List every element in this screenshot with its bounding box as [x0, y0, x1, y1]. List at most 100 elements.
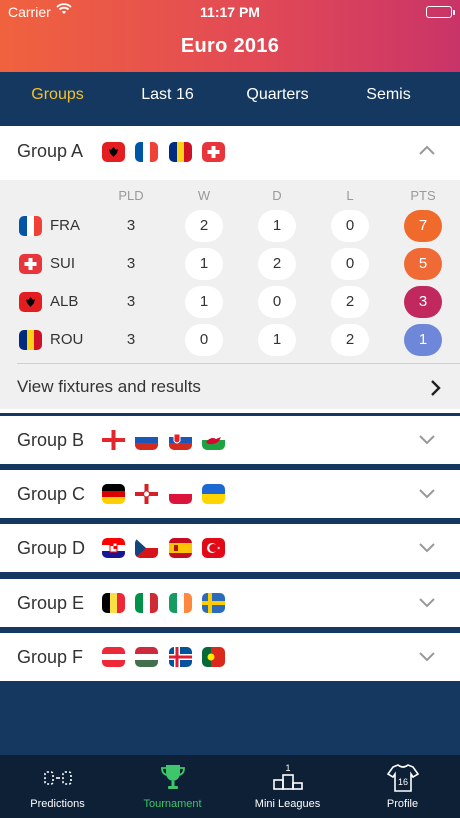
- jersey-icon: 16: [386, 763, 420, 793]
- slovakia-flag-icon: [169, 430, 192, 450]
- group-name: Group A: [17, 141, 84, 161]
- group-c-header[interactable]: Group C: [0, 470, 460, 520]
- turkey-flag-icon: [202, 538, 225, 558]
- group-name: Group D: [17, 538, 86, 558]
- group-name: Group F: [17, 647, 84, 667]
- podium-icon: 1: [272, 763, 304, 793]
- croatia-flag-icon: [102, 538, 125, 558]
- table-row: FRA 3 2 1 0 7: [0, 207, 460, 245]
- col-d-header: D: [272, 188, 282, 203]
- tab-predictions[interactable]: Predictions: [0, 755, 115, 818]
- col-w-header: W: [197, 188, 211, 203]
- tab-mini-leagues[interactable]: 1 Mini Leagues: [230, 755, 345, 818]
- team-name: ALB: [50, 293, 79, 310]
- points-badge: 7: [404, 210, 442, 242]
- tab-tournament[interactable]: Tournament: [115, 755, 230, 818]
- austria-flag-icon: [102, 647, 125, 667]
- wins-value: 1: [185, 286, 223, 318]
- team-name: SUI: [50, 255, 76, 272]
- group-f-card[interactable]: Group F: [0, 633, 460, 681]
- tab-quarters[interactable]: Quarters: [220, 86, 335, 104]
- table-row: ROU 3 0 1 2 1: [0, 321, 460, 359]
- group-c-card[interactable]: Group C: [0, 470, 460, 518]
- switzerland-flag-icon: [19, 254, 42, 274]
- points-badge: 3: [404, 286, 442, 318]
- czech-republic-flag-icon: [135, 538, 158, 558]
- chevron-down-icon[interactable]: [416, 537, 438, 557]
- stage-tabs: Groups Last 16 Quarters Semis: [0, 72, 460, 122]
- group-f-header[interactable]: Group F: [0, 633, 460, 683]
- standings-table: PLD W D L PTS FRA 3 2 1 0 7 SUI 3 1 2 0: [0, 180, 460, 409]
- played-value: 3: [126, 255, 136, 272]
- germany-flag-icon: [102, 484, 125, 504]
- wins-value: 2: [185, 210, 223, 242]
- belgium-flag-icon: [102, 593, 125, 613]
- wins-value: 1: [185, 248, 223, 280]
- table-row: ALB 3 1 0 2 3: [0, 283, 460, 321]
- group-b-card[interactable]: Group B: [0, 416, 460, 464]
- chevron-down-icon[interactable]: [416, 592, 438, 612]
- england-flag-icon: [102, 430, 125, 450]
- tab-profile[interactable]: 16 Profile: [345, 755, 460, 818]
- chevron-down-icon[interactable]: [416, 483, 438, 503]
- status-time: 11:17 PM: [200, 4, 260, 20]
- page-title: Euro 2016: [180, 35, 280, 57]
- points-badge: 1: [404, 324, 442, 356]
- france-flag-icon: [135, 142, 158, 162]
- sweden-flag-icon: [202, 593, 225, 613]
- romania-flag-icon: [19, 330, 42, 350]
- iceland-flag-icon: [169, 647, 192, 667]
- group-a-card: Group A PLD W D L PTS FRA 3 2 1 0 7 SUI …: [0, 126, 460, 413]
- albania-flag-icon: [19, 292, 42, 312]
- chevron-right-icon: [430, 379, 442, 397]
- tab-label: Predictions: [30, 798, 85, 810]
- draws-value: 2: [258, 248, 296, 280]
- tab-label: Tournament: [143, 798, 202, 810]
- tab-label: Profile: [386, 798, 419, 810]
- battery-icon: [426, 6, 455, 18]
- hungary-flag-icon: [135, 647, 158, 667]
- team-name: FRA: [50, 217, 80, 234]
- draws-value: 1: [258, 324, 296, 356]
- switzerland-flag-icon: [202, 142, 225, 162]
- tab-last-16[interactable]: Last 16: [110, 86, 225, 104]
- chevron-down-icon[interactable]: [416, 646, 438, 666]
- svg-text:16: 16: [398, 777, 408, 787]
- group-name: Group E: [17, 593, 85, 613]
- col-pts-header: PTS: [410, 188, 436, 203]
- points-badge: 5: [404, 248, 442, 280]
- tab-groups[interactable]: Groups: [0, 86, 115, 104]
- col-pld-header: PLD: [118, 188, 144, 203]
- played-value: 3: [126, 331, 136, 348]
- view-fixtures-link[interactable]: View fixtures and results: [0, 364, 460, 413]
- losses-value: 0: [331, 248, 369, 280]
- trophy-icon: [157, 763, 189, 793]
- played-value: 3: [126, 293, 136, 310]
- group-d-header[interactable]: Group D: [0, 524, 460, 574]
- group-e-card[interactable]: Group E: [0, 579, 460, 627]
- tab-label: Mini Leagues: [254, 798, 321, 810]
- svg-text:1: 1: [285, 763, 290, 773]
- played-value: 3: [126, 217, 136, 234]
- losses-value: 0: [331, 210, 369, 242]
- poland-flag-icon: [169, 484, 192, 504]
- chevron-up-icon[interactable]: [416, 140, 438, 160]
- table-row: SUI 3 1 2 0 5: [0, 245, 460, 283]
- ukraine-flag-icon: [202, 484, 225, 504]
- group-a-header[interactable]: Group A: [0, 126, 460, 176]
- wales-flag-icon: [202, 430, 225, 450]
- bottom-tab-bar: Predictions Tournament 1 Mini Leagues 16…: [0, 755, 460, 818]
- ireland-flag-icon: [169, 593, 192, 613]
- tab-semis[interactable]: Semis: [331, 86, 446, 104]
- col-l-header: L: [346, 188, 354, 203]
- fixtures-label: View fixtures and results: [17, 377, 201, 396]
- portugal-flag-icon: [202, 647, 225, 667]
- russia-flag-icon: [135, 430, 158, 450]
- app-header: Carrier 11:17 PM Euro 2016: [0, 0, 460, 72]
- losses-value: 2: [331, 324, 369, 356]
- group-name: Group C: [17, 484, 86, 504]
- group-d-card[interactable]: Group D: [0, 524, 460, 572]
- group-b-header[interactable]: Group B: [0, 416, 460, 466]
- chevron-down-icon[interactable]: [416, 429, 438, 449]
- group-e-header[interactable]: Group E: [0, 579, 460, 629]
